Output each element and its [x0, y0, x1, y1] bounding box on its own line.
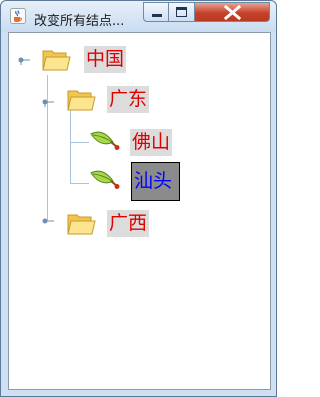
tree-node-label: 广东	[107, 86, 150, 113]
tree-node-label: 中国	[84, 46, 127, 73]
minimize-button[interactable]	[143, 2, 169, 22]
tree-node-label: 广西	[107, 210, 150, 237]
close-icon	[223, 4, 242, 21]
folder-open-icon	[67, 90, 96, 111]
window-title: 改变所有结点...	[34, 14, 125, 29]
java-cup-icon	[10, 8, 26, 24]
tree-node-label: 佛山	[130, 129, 173, 156]
collapsed-handle-icon	[42, 218, 54, 224]
folder-open-icon	[42, 50, 71, 71]
leaf-icon	[90, 170, 120, 189]
tree-node-foshan[interactable]: 佛山	[9, 126, 184, 158]
title-bar[interactable]: 改变所有结点...	[1, 1, 276, 32]
folder-open-icon	[67, 214, 96, 235]
minimize-icon	[152, 14, 162, 17]
maximize-button[interactable]	[169, 2, 195, 22]
leaf-icon	[90, 131, 120, 150]
expanded-handle-icon	[42, 99, 54, 107]
tree-node-guangdong[interactable]: 广东	[9, 83, 159, 115]
tree-node-label: 汕头	[131, 162, 180, 201]
expanded-handle-icon	[18, 57, 30, 65]
app-window: 改变所有结点... 中国 广东 佛山 汕头 广西	[0, 0, 277, 397]
maximize-icon	[176, 7, 187, 17]
tree-node-zhongguo[interactable]: 中国	[9, 43, 139, 75]
close-button[interactable]	[195, 2, 270, 22]
tree-view[interactable]: 中国 广东 佛山 汕头 广西	[9, 33, 270, 389]
tree-node-guangxi[interactable]: 广西	[9, 207, 159, 239]
tree-node-shantou[interactable]: 汕头	[9, 162, 184, 201]
tree-panel: 中国 广东 佛山 汕头 广西	[8, 32, 271, 390]
